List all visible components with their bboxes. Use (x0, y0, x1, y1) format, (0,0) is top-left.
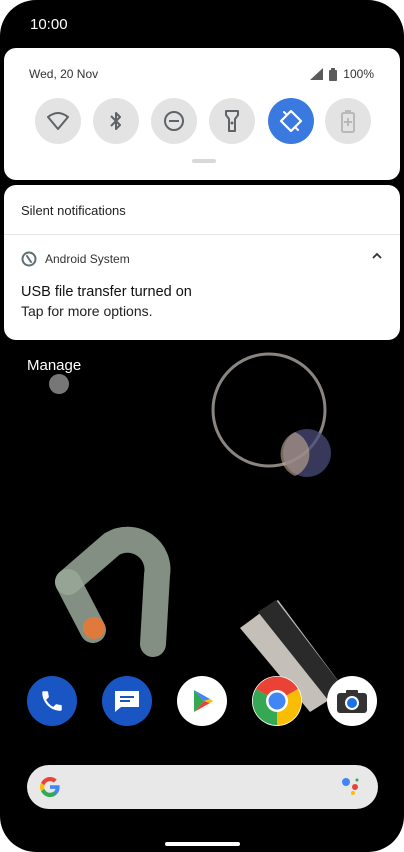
battery-percent: 100% (343, 67, 374, 81)
chrome-icon (252, 676, 302, 726)
notification-card[interactable]: Silent notifications Android System USB … (4, 185, 400, 340)
search-bar[interactable] (27, 765, 378, 809)
clock: 10:00 (30, 16, 68, 33)
qs-header: Wed, 20 Nov 100% (29, 67, 374, 83)
silent-notifications-header: Silent notifications (21, 203, 126, 218)
notification-text: Tap for more options. (21, 303, 153, 319)
chrome-app[interactable] (252, 676, 302, 726)
battery-saver-icon (341, 110, 355, 133)
signal-icon (310, 68, 324, 80)
google-g-icon (40, 777, 60, 797)
notification-app-name: Android System (45, 252, 130, 266)
quick-settings-panel: Wed, 20 Nov 100% (4, 48, 400, 180)
qs-drag-handle[interactable] (192, 159, 216, 163)
date-label: Wed, 20 Nov (29, 67, 99, 81)
phone-icon (42, 691, 62, 711)
divider (4, 234, 400, 235)
quick-settings-tiles (35, 98, 371, 144)
auto-rotate-icon (279, 109, 303, 133)
notification-title: USB file transfer turned on (21, 284, 192, 300)
camera-icon (337, 690, 367, 713)
phone-screen: 10:00 Wed, 20 Nov 100% Silent notificati… (0, 0, 404, 852)
camera-app[interactable] (327, 676, 377, 726)
bluetooth-tile[interactable] (93, 98, 139, 144)
battery-saver-tile[interactable] (325, 98, 371, 144)
google-assistant-icon[interactable] (340, 776, 362, 798)
wifi-icon (47, 112, 69, 130)
wifi-tile[interactable] (35, 98, 81, 144)
play-store-icon (194, 690, 213, 712)
navigation-handle[interactable] (165, 842, 240, 846)
flashlight-tile[interactable] (209, 98, 255, 144)
manage-button[interactable]: Manage (27, 357, 81, 374)
do-not-disturb-icon (164, 111, 184, 131)
phone-app[interactable] (27, 676, 77, 726)
notification-app-row: Android System (21, 251, 130, 267)
flashlight-icon (225, 110, 239, 132)
status-bar: 10:00 (0, 0, 404, 48)
bluetooth-icon (110, 112, 121, 130)
do-not-disturb-tile[interactable] (151, 98, 197, 144)
qs-status-icons: 100% (310, 67, 374, 81)
play-store-app[interactable] (177, 676, 227, 726)
chevron-up-icon[interactable] (372, 252, 382, 260)
messages-app[interactable] (102, 676, 152, 726)
battery-icon (329, 67, 338, 81)
android-system-icon (21, 251, 37, 267)
messages-icon (115, 691, 139, 712)
auto-rotate-tile[interactable] (268, 98, 314, 144)
